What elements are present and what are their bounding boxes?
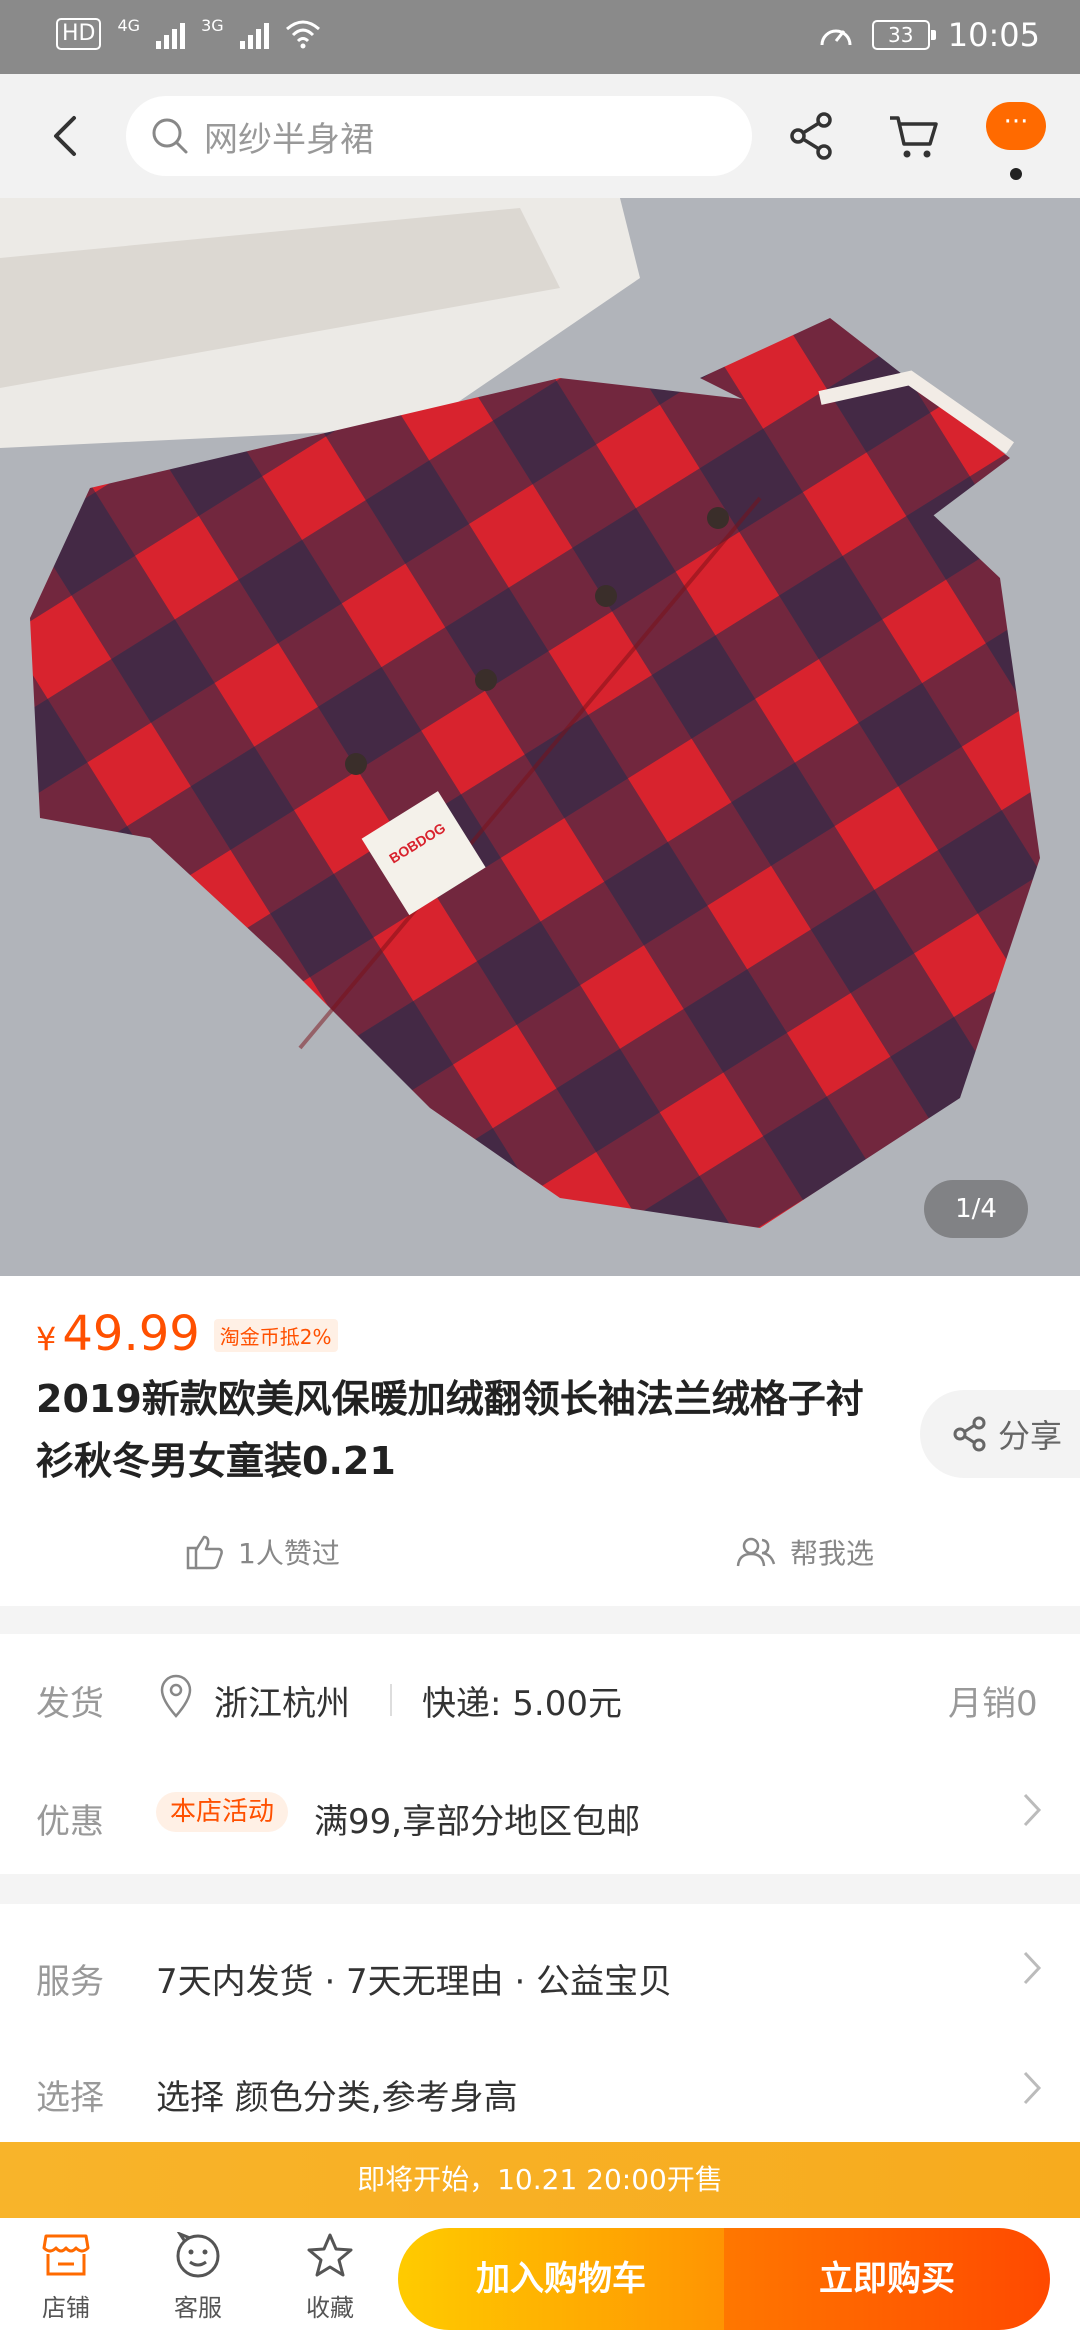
share-button[interactable]: 分享 (920, 1390, 1080, 1478)
image-counter: 1/4 (924, 1180, 1028, 1238)
star-icon (307, 2233, 353, 2277)
wifi-icon (285, 20, 320, 49)
select-options-text[interactable]: 选择 颜色分类,参考身高 (156, 2070, 518, 2119)
product-photo: BOBDOG (0, 198, 1080, 1276)
favorite-button[interactable]: 收藏 (280, 2232, 380, 2323)
chevron-right-icon[interactable] (1022, 1792, 1042, 1828)
buy-now-button[interactable]: 立即购买 (724, 2228, 1050, 2330)
service-select-section: 服务 7天内发货 · 7天无理由 · 公益宝贝 选择 选择 颜色分类,参考身高 (0, 1904, 1080, 2142)
customer-service-label: 客服 (174, 2294, 222, 2322)
thumbs-up-icon (186, 1535, 223, 1570)
delivery-label: 发货 (36, 1684, 104, 1724)
network-type-2: 3G (201, 16, 224, 35)
price: 49.99 (62, 1306, 200, 1362)
currency-symbol: ¥ (36, 1320, 57, 1358)
search-icon (152, 118, 188, 154)
clock: 10:05 (947, 16, 1040, 54)
divider (390, 1684, 392, 1716)
promo-text: 满99,享部分地区包邮 (314, 1802, 641, 1842)
coin-discount-tag: 淘金币抵2% (213, 1319, 338, 1352)
service-text[interactable]: 7天内发货 · 7天无理由 · 公益宝贝 (156, 1954, 672, 2003)
chevron-right-icon[interactable] (1022, 2070, 1042, 2106)
like-count: 1人赞过 (238, 1537, 340, 1570)
more-menu-button[interactable]: ··· (986, 102, 1046, 150)
shop-button[interactable]: 店铺 (16, 2232, 116, 2323)
notification-dot (1010, 168, 1022, 180)
signal-icon-2 (239, 19, 269, 49)
shipping-fee: 快递: 5.00元 (422, 1684, 622, 1724)
back-icon[interactable] (38, 108, 94, 164)
help-choose-button[interactable]: 帮我选 (736, 1532, 874, 1572)
battery-indicator: 33 (871, 20, 936, 50)
delivery-location: 浙江杭州 (214, 1684, 350, 1724)
add-to-cart-button[interactable]: 加入购物车 (398, 2228, 724, 2330)
delivery-promo-section: 发货 浙江杭州 快递: 5.00元 月销0 优惠 本店活动 满99,享部分地区包… (0, 1634, 1080, 1874)
search-placeholder: 网纱半身裙 (204, 119, 374, 160)
cart-icon[interactable] (882, 104, 946, 168)
hd-indicator: HD (56, 18, 102, 50)
service-label: 服务 (36, 1962, 104, 2002)
share-icon (953, 1416, 986, 1452)
speed-gauge-icon (820, 29, 852, 46)
store-promo-tag: 本店活动 (156, 1792, 289, 1832)
help-choose-label: 帮我选 (790, 1537, 875, 1570)
shop-icon (42, 2234, 90, 2276)
top-nav: 网纱半身裙 ··· (0, 74, 1080, 198)
location-pin-icon (160, 1674, 192, 1718)
share-icon[interactable] (780, 104, 844, 168)
favorite-label: 收藏 (306, 2294, 354, 2322)
search-input[interactable]: 网纱半身裙 (126, 96, 752, 176)
product-info: ¥ 49.99 淘金币抵2% 2019新款欧美风保暖加绒翻领长袖法兰绒格子衬衫秋… (0, 1276, 1080, 1606)
select-label: 选择 (36, 2078, 104, 2118)
product-title: 2019新款欧美风保暖加绒翻领长袖法兰绒格子衬衫秋冬男女童装0.21 (36, 1377, 864, 1483)
chat-face-icon (176, 2230, 220, 2278)
bottom-action-bar: 店铺 客服 收藏 加入购物车 立即购买 (0, 2218, 1080, 2340)
share-label: 分享 (998, 1417, 1063, 1455)
status-bar: HD 4G 3G 33 10:05 (0, 0, 1080, 74)
people-icon (736, 1537, 776, 1567)
like-button[interactable]: 1人赞过 (186, 1532, 340, 1572)
presale-banner: 即将开始，10.21 20:00开售 (0, 2142, 1080, 2218)
network-type-1: 4G (117, 16, 141, 35)
product-image-gallery[interactable]: BOBDOG 1/4 (0, 198, 1080, 1276)
price-row: ¥ 49.99 淘金币抵2% (36, 1306, 338, 1362)
shop-label: 店铺 (42, 2294, 90, 2322)
customer-service-button[interactable]: 客服 (148, 2230, 248, 2323)
monthly-sales: 月销0 (948, 1684, 1038, 1724)
signal-icon (156, 19, 186, 49)
promo-label: 优惠 (36, 1802, 104, 1842)
chevron-right-icon[interactable] (1022, 1950, 1042, 1986)
